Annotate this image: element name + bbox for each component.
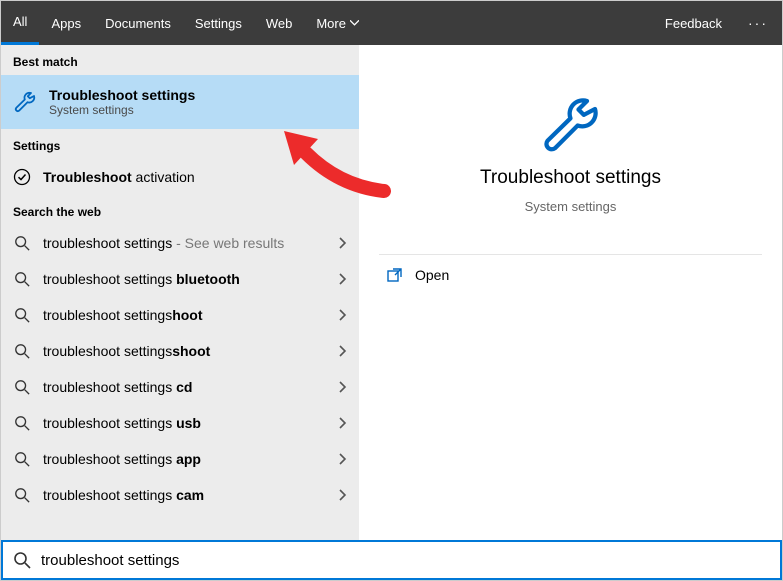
section-settings: Settings: [1, 129, 359, 159]
tab-label: Settings: [195, 16, 242, 31]
web-result[interactable]: troubleshoot settings app: [1, 441, 359, 477]
web-result-label: troubleshoot settings - See web results: [43, 235, 327, 251]
ellipsis-icon: ···: [748, 15, 768, 31]
section-best-match: Best match: [1, 45, 359, 75]
chevron-right-icon: [339, 489, 347, 501]
tab-label: Web: [266, 16, 293, 31]
tab-settings[interactable]: Settings: [183, 1, 254, 45]
wrench-icon: [539, 93, 603, 157]
tab-label: Documents: [105, 16, 171, 31]
web-result[interactable]: troubleshoot settings cd: [1, 369, 359, 405]
web-result[interactable]: troubleshoot settings usb: [1, 405, 359, 441]
tab-documents[interactable]: Documents: [93, 1, 183, 45]
settings-result-label: Troubleshoot activation: [43, 169, 327, 185]
chevron-right-icon: [339, 237, 347, 249]
chevron-down-icon: [350, 20, 359, 26]
search-bar[interactable]: [1, 540, 782, 580]
web-result[interactable]: troubleshoot settings - See web results: [1, 225, 359, 261]
chevron-right-icon: [339, 381, 347, 393]
search-input[interactable]: [41, 552, 770, 569]
web-result[interactable]: troubleshoot settingshoot: [1, 297, 359, 333]
chevron-right-icon: [339, 453, 347, 465]
web-result[interactable]: troubleshoot settingsshoot: [1, 333, 359, 369]
settings-result[interactable]: Troubleshoot activation: [1, 159, 359, 195]
wrench-icon: [13, 90, 37, 114]
search-tabs: All Apps Documents Settings Web More Fee…: [1, 1, 782, 45]
web-result-label: troubleshoot settings usb: [43, 415, 327, 431]
tab-label: More: [316, 16, 346, 31]
open-label: Open: [415, 267, 449, 283]
tab-more[interactable]: More: [304, 1, 371, 45]
web-result[interactable]: troubleshoot settings cam: [1, 477, 359, 513]
search-icon: [13, 379, 31, 395]
chevron-right-icon: [339, 171, 347, 183]
best-match-subtitle: System settings: [49, 103, 195, 117]
web-result-label: troubleshoot settings bluetooth: [43, 271, 327, 287]
search-icon: [13, 451, 31, 467]
results-panel: Best match Troubleshoot settings System …: [1, 45, 359, 542]
search-icon: [13, 271, 31, 287]
chevron-right-icon: [339, 417, 347, 429]
search-icon: [13, 487, 31, 503]
search-icon: [13, 343, 31, 359]
section-search-web: Search the web: [1, 195, 359, 225]
search-icon: [13, 307, 31, 323]
web-result[interactable]: troubleshoot settings bluetooth: [1, 261, 359, 297]
chevron-right-icon: [339, 309, 347, 321]
chevron-right-icon: [339, 345, 347, 357]
tab-web[interactable]: Web: [254, 1, 305, 45]
check-circle-icon: [13, 168, 31, 186]
feedback-link[interactable]: Feedback: [653, 1, 734, 45]
web-result-label: troubleshoot settingsshoot: [43, 343, 327, 359]
tab-apps[interactable]: Apps: [39, 1, 93, 45]
tab-label: All: [13, 14, 27, 29]
chevron-right-icon: [339, 273, 347, 285]
web-result-label: troubleshoot settings cd: [43, 379, 327, 395]
preview-panel: Troubleshoot settings System settings Op…: [359, 45, 782, 542]
web-result-label: troubleshoot settings cam: [43, 487, 327, 503]
feedback-label: Feedback: [665, 16, 722, 31]
search-icon: [13, 235, 31, 251]
preview-title: Troubleshoot settings: [480, 167, 661, 189]
tab-label: Apps: [51, 16, 81, 31]
best-match-item[interactable]: Troubleshoot settings System settings: [1, 75, 359, 129]
preview-subtitle: System settings: [525, 199, 617, 214]
search-icon: [13, 551, 31, 569]
best-match-title: Troubleshoot settings: [49, 87, 195, 103]
tab-all[interactable]: All: [1, 1, 39, 45]
web-result-label: troubleshoot settings app: [43, 451, 327, 467]
web-result-label: troubleshoot settingshoot: [43, 307, 327, 323]
divider: [379, 254, 762, 255]
ellipsis-menu[interactable]: ···: [734, 1, 782, 45]
open-action[interactable]: Open: [359, 257, 782, 293]
search-icon: [13, 415, 31, 431]
open-icon: [387, 267, 403, 283]
